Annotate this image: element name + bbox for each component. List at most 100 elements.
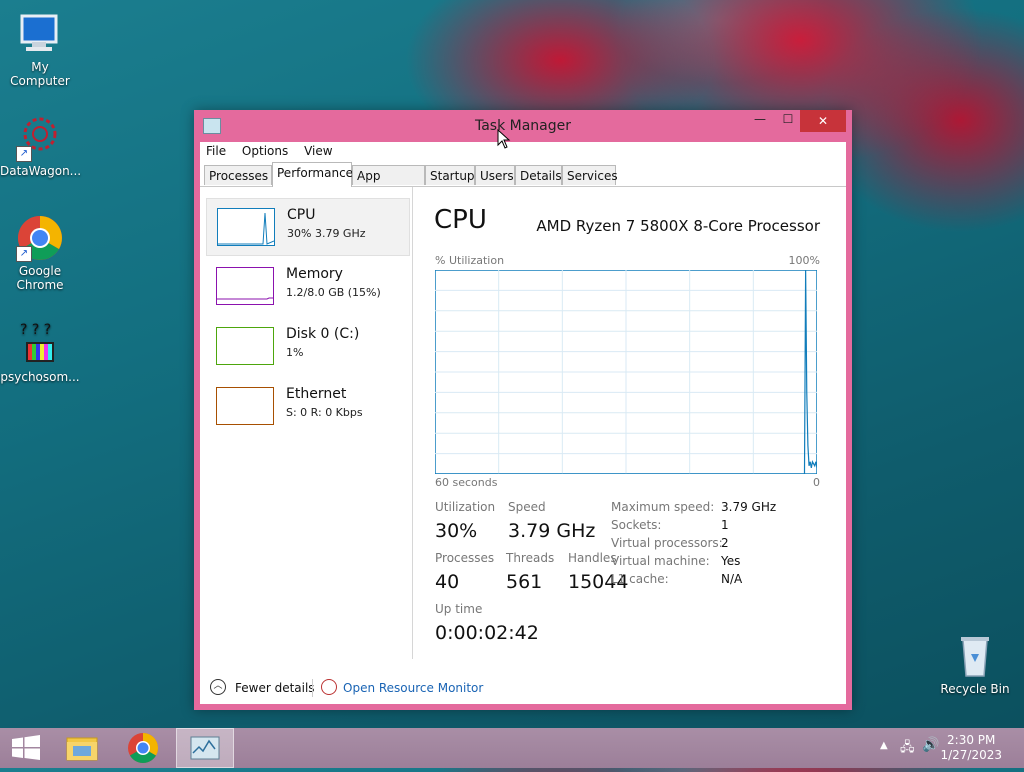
resource-monitor-icon[interactable] [321, 679, 337, 695]
resource-detail: 1.2/8.0 GB (15%) [286, 286, 381, 299]
resource-detail: S: 0 R: 0 Kbps [286, 406, 363, 419]
threads-value: 561 [506, 571, 543, 593]
desktop-icon-recycle-bin[interactable]: Recycle Bin [935, 632, 1015, 696]
graph-x-label: 60 seconds [435, 476, 498, 489]
utilization-value: 30% [435, 520, 478, 542]
resource-detail: 30% 3.79 GHz [287, 227, 366, 240]
detail-label-sockets: Sockets: [611, 518, 662, 532]
cpu-detail-pane: CPU AMD Ryzen 7 5800X 8-Core Processor %… [424, 187, 844, 659]
detail-value-max-speed: 3.79 GHz [721, 500, 777, 514]
memory-thumbnail-graph [216, 267, 274, 305]
show-hidden-icons-icon[interactable]: ▲ [880, 740, 888, 751]
clock-time: 2:30 PM [947, 733, 996, 747]
tab-processes[interactable]: Processes [204, 165, 272, 185]
menu-view[interactable]: View [298, 142, 338, 158]
maximize-button[interactable]: ☐ [774, 112, 802, 132]
detail-value-sockets: 1 [721, 518, 729, 532]
open-resource-monitor-link[interactable]: Open Resource Monitor [343, 681, 483, 695]
tab-users[interactable]: Users [475, 165, 515, 185]
taskbar-chrome[interactable] [116, 728, 170, 768]
threads-label: Threads [506, 551, 555, 565]
resource-ethernet[interactable]: Ethernet S: 0 R: 0 Kbps [206, 378, 410, 436]
menu-file[interactable]: File [200, 142, 232, 158]
volume-icon[interactable]: 🔊 [922, 737, 939, 753]
mouse-cursor-icon [497, 129, 511, 149]
fewer-details-link[interactable]: Fewer details [235, 681, 315, 695]
cpu-utilization-graph [435, 270, 817, 474]
desktop-icon-label: DataWagon... [0, 164, 82, 178]
resource-list: CPU 30% 3.79 GHz Memory 1.2/8.0 GB (15%)… [200, 187, 413, 659]
psychosom-icon: ? ? ? [16, 320, 64, 368]
desktop-icon-label: Recycle Bin [940, 682, 1010, 696]
clock-date: 1/27/2023 [940, 748, 1002, 762]
clock[interactable]: 2:30 PM 1/27/2023 [940, 733, 1002, 763]
resource-memory[interactable]: Memory 1.2/8.0 GB (15%) [206, 258, 410, 316]
uptime-label: Up time [435, 602, 483, 616]
chrome-icon [128, 733, 159, 764]
utilization-label: Utilization [435, 500, 496, 514]
desktop-icon-label: My Computer [10, 60, 70, 88]
detail-label-l1-cache: L1 cache: [611, 572, 669, 586]
task-manager-icon [190, 736, 220, 760]
network-icon[interactable]: 🖧 [900, 738, 915, 760]
graph-y-max-label: 100% [788, 254, 820, 267]
footer-divider [312, 679, 313, 697]
desktop-icon-my-computer[interactable]: My Computer [0, 10, 80, 88]
windows-logo-icon [12, 735, 40, 760]
desktop-icon-label: psychosom... [0, 370, 80, 384]
tab-performance[interactable]: Performance [272, 162, 353, 187]
graph-x-end-label: 0 [813, 476, 820, 489]
processes-label: Processes [435, 551, 495, 565]
desktop-icon-label: Google Chrome [16, 264, 64, 292]
handles-label: Handles [568, 551, 617, 565]
detail-value-virtual-processors: 2 [721, 536, 729, 550]
resource-name: CPU [287, 207, 316, 223]
taskbar-file-explorer[interactable] [56, 728, 110, 768]
speed-value: 3.79 GHz [508, 520, 596, 542]
close-button[interactable]: ✕ [800, 110, 846, 132]
detail-value-virtual-machine: Yes [721, 554, 741, 568]
tab-app-history[interactable]: App history [352, 165, 425, 203]
desktop-icon-datawagon[interactable]: ↗ DataWagon... [0, 114, 82, 178]
processes-value: 40 [435, 571, 460, 593]
resource-name: Memory [286, 266, 343, 282]
taskbar-task-manager[interactable] [176, 728, 234, 768]
resource-cpu[interactable]: CPU 30% 3.79 GHz [206, 198, 410, 256]
start-button[interactable] [0, 728, 54, 768]
resource-detail: 1% [286, 346, 304, 359]
tab-details[interactable]: Details [515, 165, 562, 185]
cpu-heading: CPU [434, 205, 487, 235]
taskbar: ▲ 🖧 🔊 2:30 PM 1/27/2023 [0, 728, 1024, 768]
title-bar[interactable]: Task Manager — ☐ ✕ [194, 110, 852, 142]
desktop-icon-psychosom[interactable]: ? ? ? psychosom... [0, 320, 80, 384]
uptime-value: 0:00:02:42 [435, 622, 539, 644]
graph-y-label: % Utilization [435, 254, 505, 267]
folder-icon [66, 737, 98, 761]
detail-label-virtual-processors: Virtual processors: [611, 536, 723, 550]
tab-services[interactable]: Services [562, 165, 618, 185]
speed-label: Speed [508, 500, 546, 514]
tab-startup[interactable]: Startup [425, 165, 475, 185]
system-tray: ▲ 🖧 🔊 2:30 PM 1/27/2023 [864, 728, 1024, 768]
resource-disk[interactable]: Disk 0 (C:) 1% [206, 318, 410, 376]
detail-label-virtual-machine: Virtual machine: [611, 554, 710, 568]
disk-thumbnail-graph [216, 327, 274, 365]
chevron-up-icon[interactable]: ︿ [210, 679, 226, 695]
ethernet-thumbnail-graph [216, 387, 274, 425]
desktop-icon-google-chrome[interactable]: ↗ Google Chrome [0, 214, 80, 292]
task-manager-window: Task Manager — ☐ ✕ File Options View Pro… [194, 110, 852, 710]
menu-options[interactable]: Options [236, 142, 294, 158]
resource-name: Disk 0 (C:) [286, 326, 360, 342]
resource-name: Ethernet [286, 386, 347, 402]
shortcut-arrow-icon: ↗ [16, 246, 32, 262]
svg-text:? ? ?: ? ? ? [20, 322, 51, 338]
detail-value-l1-cache: N/A [721, 572, 743, 586]
menu-bar: File Options View [200, 142, 846, 162]
footer-bar: ︿ Fewer details Open Resource Monitor [200, 673, 846, 703]
cpu-model: AMD Ryzen 7 5800X 8-Core Processor [536, 217, 820, 235]
tab-bar: Processes Performance App history Startu… [200, 162, 846, 203]
minimize-button[interactable]: — [746, 112, 774, 132]
detail-label-max-speed: Maximum speed: [611, 500, 715, 514]
cpu-thumbnail-graph [217, 208, 275, 246]
datawagon-icon: ↗ [16, 114, 64, 162]
